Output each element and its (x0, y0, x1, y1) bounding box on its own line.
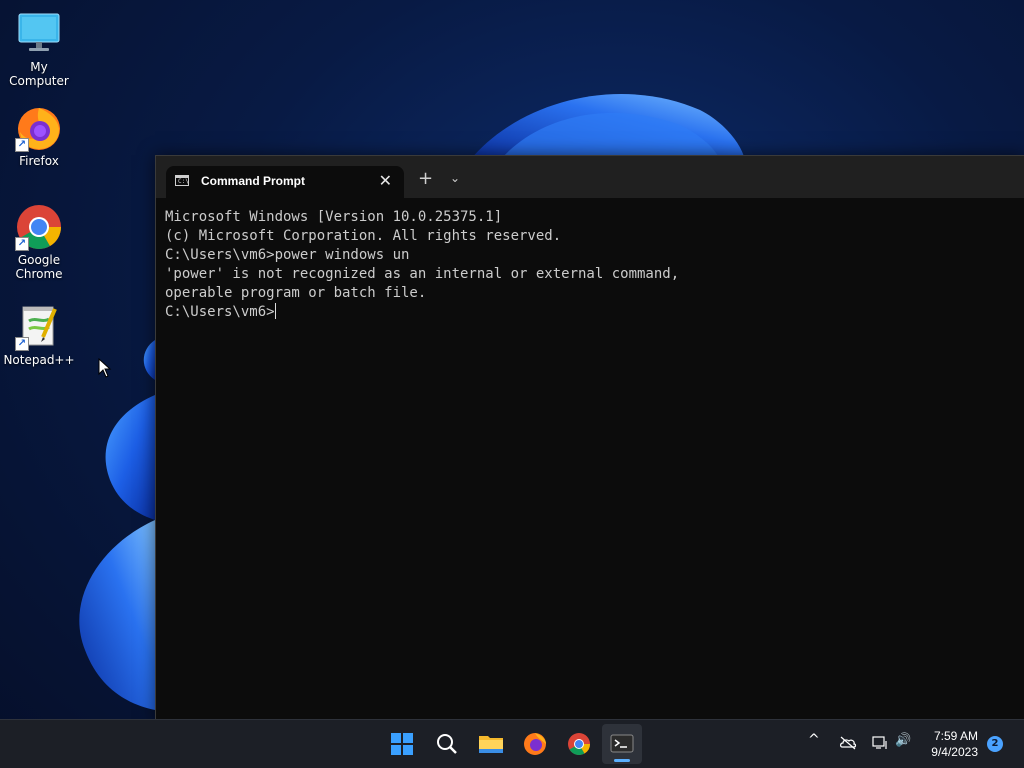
clock-time: 7:59 AM (933, 729, 978, 743)
firefox-icon: ↗ (15, 104, 63, 152)
desktop-icon-notepad-plus-plus[interactable]: ↗ Notepad++ (0, 303, 78, 367)
console-line: operable program or batch file. (165, 285, 427, 301)
onedrive-offline-icon[interactable] (839, 736, 857, 750)
search-button[interactable] (427, 724, 467, 764)
terminal-icon (610, 734, 634, 753)
console-line: (c) Microsoft Corporation. All rights re… (165, 228, 562, 244)
chrome-icon (568, 733, 590, 755)
tab-command-prompt[interactable]: C:\ Command Prompt ✕ (166, 166, 404, 198)
taskbar: ^ 🔊 7:59 AM 9/4/2023 2 (0, 719, 1024, 768)
chrome-taskbar-button[interactable] (559, 724, 599, 764)
shortcut-arrow-icon: ↗ (15, 337, 29, 351)
folder-icon (479, 736, 503, 753)
desktop-icon-label: My Computer (9, 60, 69, 88)
desktop-icon-label: Google Chrome (15, 253, 63, 281)
terminal-titlebar[interactable]: C:\ Command Prompt ✕ + ⌄ (156, 156, 1024, 198)
notification-badge[interactable]: 2 (987, 736, 1003, 752)
windows-logo-icon (391, 733, 413, 755)
desktop-icon-my-computer[interactable]: My Computer (0, 10, 78, 88)
shortcut-arrow-icon: ↗ (15, 237, 29, 251)
desktop-icon-label: Notepad++ (3, 353, 75, 367)
search-icon (437, 734, 457, 754)
monitor-icon (15, 10, 63, 58)
start-button[interactable] (382, 724, 422, 764)
console-line: 'power' is not recognized as an internal… (165, 266, 680, 282)
tab-title: Command Prompt (201, 174, 306, 188)
show-hidden-icons-chevron-icon[interactable]: ^ (808, 732, 820, 748)
shortcut-arrow-icon: ↗ (15, 138, 29, 152)
network-icon[interactable] (872, 735, 888, 751)
desktop-icon-label: Firefox (19, 154, 59, 168)
active-app-indicator (614, 759, 630, 762)
chrome-icon: ↗ (15, 203, 63, 251)
console-line: Microsoft Windows [Version 10.0.25375.1] (165, 209, 503, 225)
command-prompt-icon: C:\ (175, 175, 189, 186)
notepad-plus-plus-icon: ↗ (15, 303, 63, 351)
file-explorer-button[interactable] (471, 724, 511, 764)
firefox-taskbar-button[interactable] (515, 724, 555, 764)
console-output[interactable]: Microsoft Windows [Version 10.0.25375.1]… (165, 208, 1024, 721)
console-line: C:\Users\vm6>power windows un (165, 247, 410, 263)
new-tab-button[interactable]: + (418, 168, 433, 189)
clock-date: 9/4/2023 (931, 745, 978, 759)
firefox-icon (524, 733, 546, 755)
tab-dropdown-chevron-icon[interactable]: ⌄ (450, 171, 460, 185)
volume-icon[interactable]: 🔊 (895, 733, 911, 748)
terminal-window[interactable]: C:\ Command Prompt ✕ + ⌄ Microsoft Windo… (155, 155, 1024, 721)
text-cursor (274, 303, 276, 319)
console-prompt-line[interactable]: C:\Users\vm6> (165, 303, 1024, 322)
close-tab-icon[interactable]: ✕ (379, 171, 392, 190)
clock[interactable]: 7:59 AM 9/4/2023 (931, 728, 978, 760)
desktop-icon-firefox[interactable]: ↗ Firefox (0, 104, 78, 168)
desktop-icon-chrome[interactable]: ↗ Google Chrome (0, 203, 78, 281)
terminal-taskbar-button[interactable] (602, 724, 642, 764)
console-prompt: C:\Users\vm6> (165, 304, 275, 320)
mouse-pointer-icon (98, 358, 112, 378)
